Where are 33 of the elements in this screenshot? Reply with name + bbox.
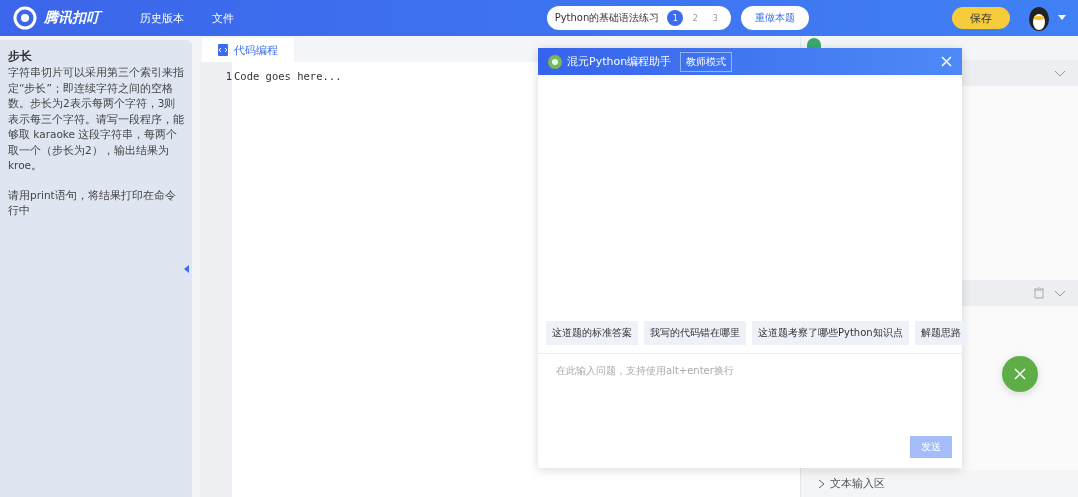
dialog-title: 混元Python编程助手 (567, 54, 672, 69)
menu-item[interactable]: 文件 (212, 10, 234, 26)
step-button[interactable]: 1 (667, 10, 684, 26)
input-section-title[interactable]: 文本输入区 (830, 476, 885, 491)
task-paragraph: 请用print语句，将结果打印在命令行中 (8, 187, 177, 218)
exercise-title: Python的基础语法练习 (554, 11, 660, 25)
run-icon[interactable] (807, 38, 821, 48)
save-button[interactable]: 保存 (952, 7, 1010, 29)
suggestion-chip[interactable]: 我写的代码错在哪里 (644, 321, 746, 345)
suggestion-chip[interactable]: 这道题考察了哪些Python知识点 (752, 321, 909, 345)
menu-item[interactable]: 历史版本 (140, 10, 184, 26)
avatar-icon[interactable] (1026, 4, 1052, 32)
chevron-down-icon[interactable] (1054, 289, 1066, 297)
chevron-down-icon[interactable] (1054, 69, 1066, 77)
code-line: Code goes here... (234, 69, 343, 84)
line-number: 1 (224, 69, 232, 84)
step-button[interactable]: 2 (687, 10, 704, 26)
suggestion-chip[interactable]: 这道题的标准答案 (546, 321, 638, 345)
suggestion-chip[interactable]: 解题思路 (914, 321, 967, 345)
assistant-logo-icon (548, 54, 562, 69)
code-file-icon (218, 44, 228, 56)
caret-icon[interactable] (1058, 15, 1066, 21)
step-button[interactable]: 3 (707, 10, 724, 26)
close-icon[interactable] (1014, 368, 1026, 380)
collapse-icon[interactable] (184, 265, 189, 273)
mode-badge[interactable]: 教师模式 (680, 51, 733, 72)
close-icon[interactable] (941, 56, 952, 67)
trash-icon[interactable] (1034, 287, 1044, 299)
redo-button[interactable]: 重做本题 (741, 6, 810, 30)
editor-tab[interactable]: 代码编程 (202, 38, 294, 62)
chevron-right-icon[interactable] (819, 479, 824, 488)
task-title: 步长 (8, 48, 33, 65)
task-paragraph: 字符串切片可以采用第三个索引来指定“步长”；即连续字符之间的空格数。步长为2表示每两个字符，3则表示每三个字符。请写一段程序，能够取 karaoke 这段字符串，每两个取一个（步长为2），输出结果为 kroe。 (8, 65, 184, 173)
